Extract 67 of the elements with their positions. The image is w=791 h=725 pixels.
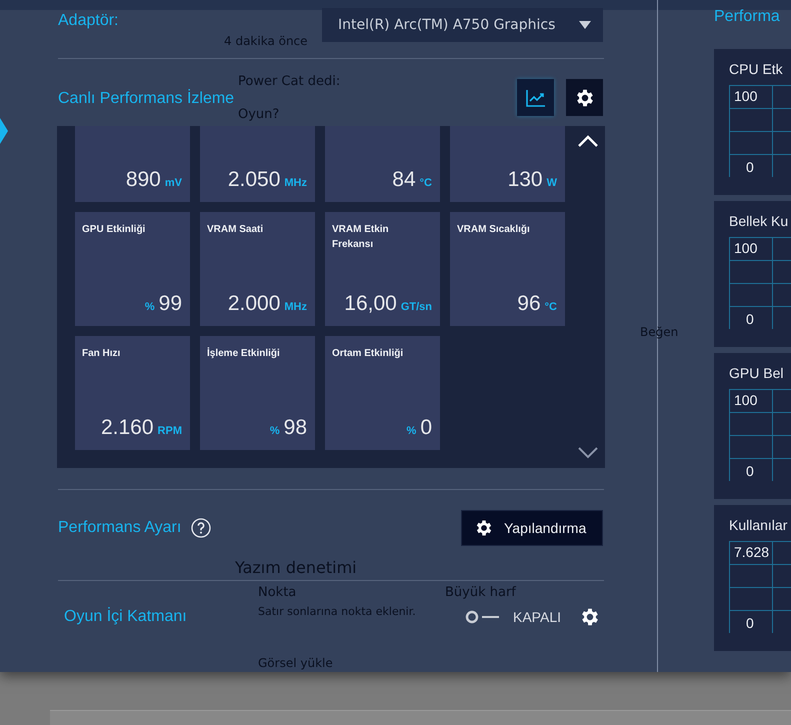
forum-quote-text: Power Cat dedi: xyxy=(238,74,340,89)
forum-option-text: Nokta xyxy=(258,585,296,600)
section-title: Oyun İçi Katmanı xyxy=(64,608,187,626)
metric-unit: MHz xyxy=(284,177,307,189)
metric-value: 98 xyxy=(284,416,307,440)
settings-button[interactable] xyxy=(566,79,603,116)
selection-marker-icon xyxy=(0,118,8,144)
axis-label: 100 xyxy=(734,392,758,408)
forum-heading-text: Yazım denetimi xyxy=(235,558,357,577)
metric-value: 2.160 xyxy=(100,416,154,440)
metric-value: 99 xyxy=(158,292,182,316)
axis-label: 0 xyxy=(746,311,754,327)
gear-icon xyxy=(474,518,494,538)
axis-label: 100 xyxy=(734,240,758,256)
chevron-down-icon[interactable] xyxy=(577,446,599,460)
section-title: Canlı Performans İzleme xyxy=(58,90,234,108)
chart-title: Bellek Ku xyxy=(729,213,790,229)
metric-label: İşleme Etkinliği xyxy=(207,346,281,361)
help-icon[interactable] xyxy=(191,518,212,538)
adapter-dropdown[interactable]: Intel(R) Arc(TM) A750 Graphics xyxy=(322,8,603,42)
chevron-up-icon[interactable] xyxy=(577,134,599,148)
metric-unit: % xyxy=(144,301,155,313)
axis-label: 0 xyxy=(746,159,754,175)
metric-unit: °C xyxy=(420,177,432,189)
metric-label: VRAM Etkin Frekansı xyxy=(332,223,390,252)
caret-icon xyxy=(579,21,591,29)
metric-unit: °C xyxy=(544,301,557,313)
axis-label: 100 xyxy=(734,88,758,104)
axis-label: 0 xyxy=(746,463,754,479)
line-chart-icon xyxy=(526,88,546,106)
metric-value: 0 xyxy=(420,416,432,440)
metric-value: 130 xyxy=(508,168,543,192)
metric-value: 2.000 xyxy=(228,292,280,316)
adapter-label: Adaptör: xyxy=(58,12,118,30)
metric-value: 96 xyxy=(517,292,541,316)
overlay-settings-button[interactable] xyxy=(579,606,601,628)
chart-title: Kullanılar xyxy=(729,517,788,533)
metric-unit: GT/sn xyxy=(400,301,432,313)
metric-label: VRAM Saati xyxy=(207,223,264,237)
section-title: Performa xyxy=(714,8,781,27)
metric-value: 16,00 xyxy=(344,292,397,316)
axis-label: 0 xyxy=(746,615,754,631)
metric-value: 890 xyxy=(126,168,161,192)
metric-unit: % xyxy=(270,425,280,437)
metric-label: GPU Etkinliği xyxy=(82,223,146,237)
metric-unit: MHz xyxy=(284,301,307,313)
forum-time-text: 4 dakika önce xyxy=(224,34,308,48)
forum-body-text: Oyun? xyxy=(238,107,280,122)
metric-unit: RPM xyxy=(158,425,182,437)
metric-label: VRAM Sıcaklığı xyxy=(457,223,531,237)
configure-button[interactable]: Yapılandırma xyxy=(461,510,603,546)
metric-unit: W xyxy=(546,177,557,189)
axis-label: 7.628 xyxy=(734,544,770,560)
chart-title: GPU Bel xyxy=(729,365,784,381)
chart-title: CPU Etk xyxy=(729,61,784,77)
metric-value: 84 xyxy=(392,168,416,192)
forum-hint-text: Satır sonlarına nokta eklenir. xyxy=(258,605,416,618)
forum-option-text: Büyük harf xyxy=(445,585,516,600)
metric-unit: mV xyxy=(164,177,182,189)
graph-button[interactable] xyxy=(517,79,554,116)
metric-label: Ortam Etkinliği xyxy=(332,347,404,361)
metric-label: Fan Hızı xyxy=(82,347,122,361)
metric-unit: % xyxy=(406,425,416,437)
section-title: Performans Ayarı xyxy=(58,519,182,537)
overlay-state-label: KAPALI xyxy=(513,609,561,625)
settings-icon xyxy=(579,606,601,628)
metric-value: 2.050 xyxy=(228,168,280,192)
